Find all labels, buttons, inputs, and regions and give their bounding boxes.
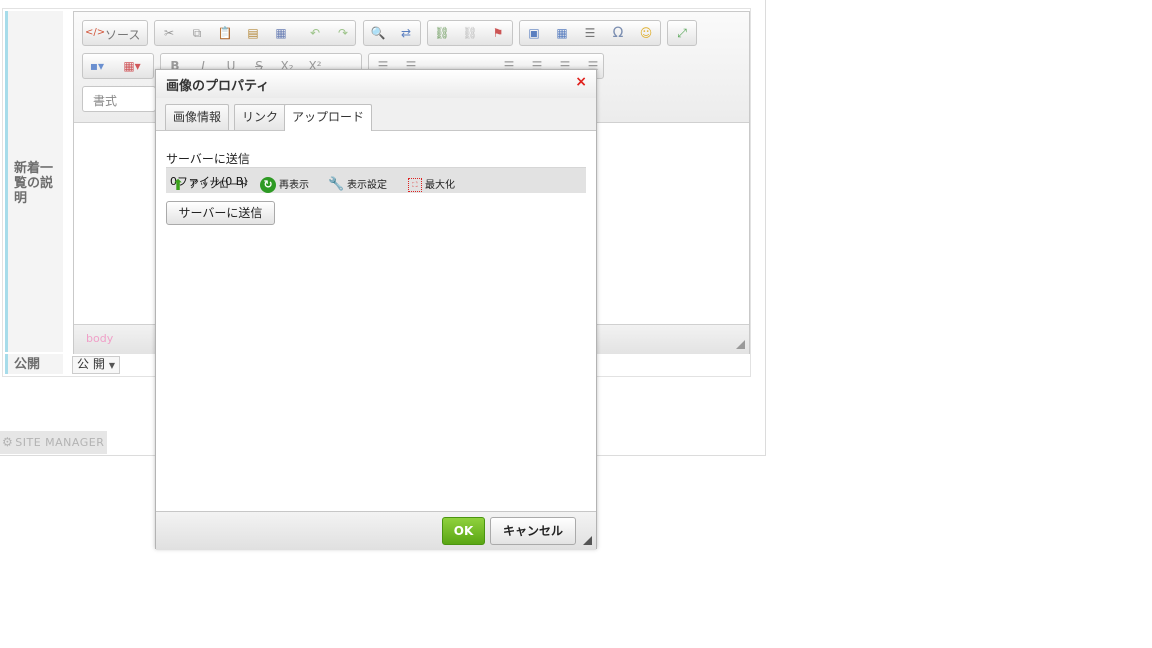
undo-icon[interactable]: ↶ [306,25,324,41]
maximize-button[interactable]: ⛶ 最大化 [408,176,455,192]
insert-group: ▣ ▦ ☰ Ω ☺ [519,20,661,46]
cancel-button[interactable]: キャンセル [490,517,576,545]
style-group: ▪▾ ▦▾ [82,53,154,79]
dialog-resize-handle[interactable] [583,536,592,545]
copy-icon[interactable]: ⧉ [188,25,206,41]
maximize-label: 最大化 [425,180,455,191]
image-icon[interactable]: ▣ [525,25,543,41]
publish-label: 公開 [5,354,63,374]
source-icon: </> [85,27,106,38]
editor-resize-handle[interactable] [736,340,745,349]
horizontal-rule-icon[interactable]: ☰ [581,25,599,41]
upload-label: アップロード [189,180,249,191]
cut-icon[interactable]: ✂ [160,25,178,41]
ok-button[interactable]: OK [442,517,485,545]
unlink-icon[interactable]: ⛓ [461,25,479,41]
source-label: ソース [105,28,141,42]
smiley-icon[interactable]: ☺ [637,25,655,41]
table-dropdown-icon[interactable]: ▦▾ [123,58,141,74]
description-label: 新着一覧の説明 [14,161,54,206]
description-label-cell: 新着一覧の説明 [5,11,63,352]
refresh-label: 再表示 [279,180,309,191]
maximize-group: ⤢ [667,20,697,46]
paste-text-icon[interactable]: ▤ [244,25,262,41]
tab-upload[interactable]: アップロード [284,104,373,131]
clipboard-group: ✂ ⧉ 📋 ▤ ▦ ↶ ↷ [154,20,356,46]
maximize-icon[interactable]: ⤢ [673,25,691,41]
dialog-title: 画像のプロパティ [166,79,270,94]
anchor-icon[interactable]: ⚑ [489,25,507,41]
element-path[interactable]: body [86,332,113,345]
upload-panel: サーバーに送信 0ファイル(0 B) ⬆ アップロード ↻ 再表示 🔧 表示設定 ⛶ 最… [156,131,596,511]
maximize-icon: ⛶ [408,178,422,192]
source-button[interactable]: </> ソース [82,20,148,46]
upload-file-button[interactable]: ⬆ アップロード [170,176,249,193]
dialog-footer: OK キャンセル [156,511,596,550]
arrow-up-icon: ⬆ [171,176,185,194]
redo-icon[interactable]: ↷ [334,25,352,41]
refresh-icon: ↻ [260,177,276,193]
special-char-icon[interactable]: Ω [609,25,627,41]
publish-select-value: 公 開 [77,357,105,371]
dialog-title-bar[interactable]: 画像のプロパティ × [156,70,596,99]
publish-select[interactable]: 公 開 ▼ [72,356,120,374]
gear-icon: ⚙ [2,435,14,449]
close-icon[interactable]: × [575,74,587,90]
refresh-button[interactable]: ↻ 再表示 [260,176,309,193]
image-properties-dialog: 画像のプロパティ × 画像情報 リンク アップロード サーバーに送信 0ファイル… [155,69,597,550]
settings-button[interactable]: 🔧 表示設定 [328,176,387,193]
link-group: ⛓ ⛓ ⚑ [427,20,513,46]
site-manager-link[interactable]: ⚙ SITE MANAGER [0,431,107,454]
link-icon[interactable]: ⛓ [433,25,451,41]
dialog-tabs: 画像情報 リンク アップロード [156,98,596,131]
table-icon[interactable]: ▦ [553,25,571,41]
tab-image-info[interactable]: 画像情報 [165,104,230,130]
upload-toolbar: 0ファイル(0 B) ⬆ アップロード ↻ 再表示 🔧 表示設定 ⛶ 最大化 [166,167,586,193]
replace-icon[interactable]: ⇄ [397,25,415,41]
send-to-server-button[interactable]: サーバーに送信 [166,201,275,225]
tab-link[interactable]: リンク [234,104,287,130]
show-blocks-icon[interactable]: ▪▾ [88,58,106,74]
find-icon[interactable]: 🔍 [369,25,387,41]
settings-label: 表示設定 [347,180,387,191]
site-manager-label: SITE MANAGER [15,436,105,449]
paste-icon[interactable]: 📋 [216,25,234,41]
chevron-down-icon: ▼ [108,361,115,370]
upload-heading: サーバーに送信 [166,152,250,166]
paste-word-icon[interactable]: ▦ [272,25,290,41]
find-group: 🔍 ⇄ [363,20,421,46]
wrench-icon: 🔧 [328,177,345,192]
format-combo[interactable]: 書式 [82,86,156,112]
